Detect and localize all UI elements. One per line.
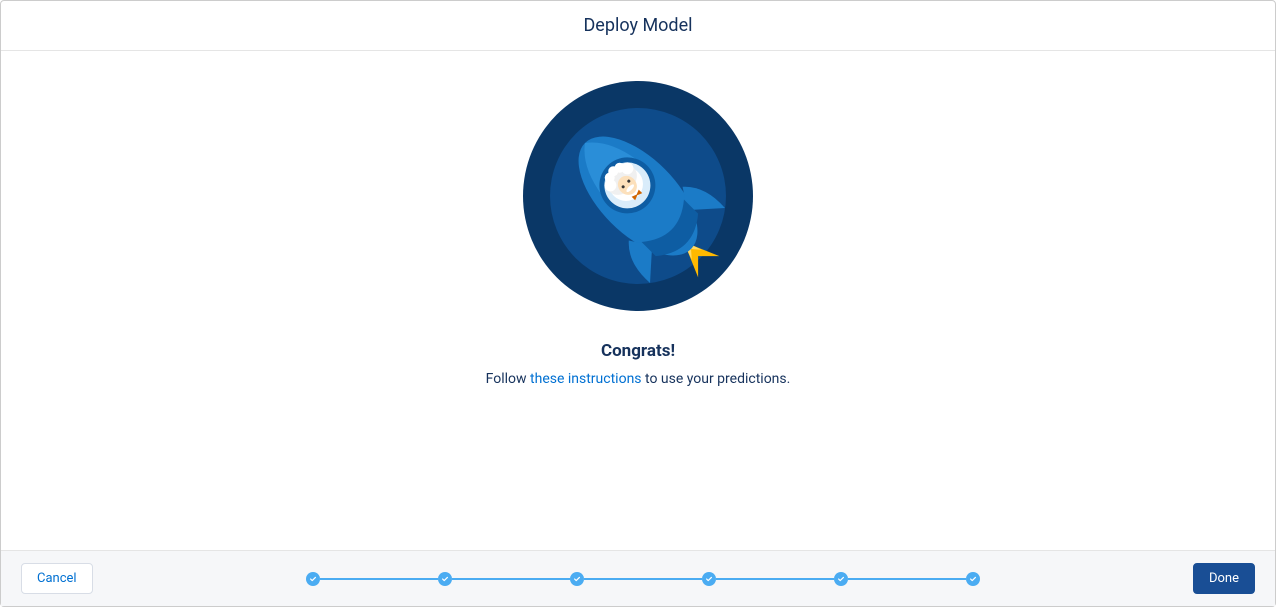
done-button[interactable]: Done (1193, 563, 1255, 594)
progress-line (848, 578, 966, 580)
progress-line (716, 578, 834, 580)
cancel-button[interactable]: Cancel (21, 563, 93, 594)
instruction-text: Follow these instructions to use your pr… (486, 371, 791, 387)
progress-line (584, 578, 702, 580)
progress-step-1 (306, 572, 320, 586)
progress-line (320, 578, 438, 580)
page-title: Deploy Model (1, 15, 1275, 36)
progress-step-3 (570, 572, 584, 586)
progress-step-2 (438, 572, 452, 586)
progress-step-4 (702, 572, 716, 586)
instruction-prefix: Follow (486, 371, 530, 387)
congrats-heading: Congrats! (601, 341, 675, 361)
modal-footer: Cancel Done (1, 550, 1275, 606)
progress-line (452, 578, 570, 580)
progress-step-6 (966, 572, 980, 586)
instructions-link[interactable]: these instructions (530, 371, 642, 387)
instruction-suffix: to use your predictions. (642, 371, 791, 387)
progress-step-5 (834, 572, 848, 586)
progress-indicator (133, 572, 1153, 586)
rocket-illustration (523, 81, 753, 311)
modal-content: Congrats! Follow these instructions to u… (1, 51, 1275, 550)
modal-header: Deploy Model (1, 1, 1275, 51)
